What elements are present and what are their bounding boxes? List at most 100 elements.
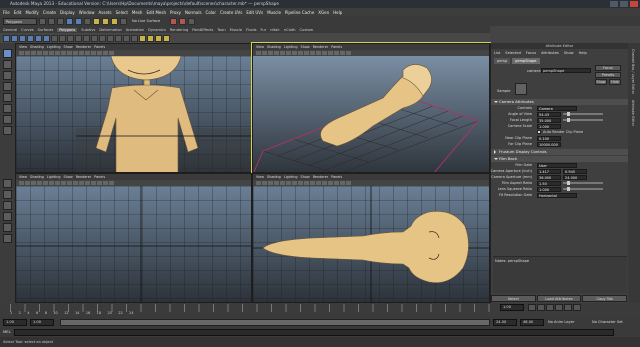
auto-clip-checkbox[interactable] (537, 130, 541, 134)
menu-proxy[interactable]: Proxy (170, 10, 181, 15)
menu-window[interactable]: Window (79, 10, 95, 15)
camera-name-field[interactable]: perspShape (541, 68, 591, 73)
shelf-tab-polygons[interactable]: Polygons (57, 27, 78, 32)
presets-button[interactable]: Presets (595, 72, 621, 78)
shelf-tab-muscle[interactable]: Muscle (230, 28, 242, 32)
snap-grid-icon[interactable] (93, 17, 100, 25)
last-tool-icon[interactable] (3, 126, 12, 135)
end-time-field[interactable]: 48.00 (520, 319, 544, 326)
menu-color[interactable]: Color (206, 10, 216, 15)
fit-resolution-dropdown[interactable]: Horizontal (537, 192, 577, 198)
menu-edit-uvs[interactable]: Edit UVs (246, 10, 263, 15)
maximize-button[interactable] (620, 1, 628, 7)
menu-normals[interactable]: Normals (185, 10, 202, 15)
vp-menu-renderer[interactable]: Renderer (76, 175, 91, 179)
aperture-inch-x-field[interactable]: 1.417 (537, 168, 561, 174)
separate-icon[interactable] (59, 34, 66, 42)
lasso-tool-icon[interactable] (3, 60, 12, 69)
vp-menu-lighting[interactable]: Lighting (284, 45, 298, 49)
persp-hypershade-layout-icon[interactable] (3, 223, 12, 232)
camera-scale-field[interactable]: 1.000 (537, 123, 561, 129)
vp-menu-renderer[interactable]: Renderer (76, 45, 91, 49)
render-settings-icon[interactable] (188, 17, 196, 25)
load-attributes-button[interactable]: Load Attributes (536, 295, 582, 302)
bridge-icon[interactable] (99, 34, 106, 42)
viewport-front[interactable]: View Shading Lighting Show Renderer Pane… (15, 43, 252, 173)
hide-button[interactable]: Hide (609, 79, 621, 85)
anim-layer-label[interactable]: No Anim Layer (548, 319, 574, 326)
attribute-editor-tab[interactable]: Attribute Editor (631, 100, 635, 126)
insert-edge-loop-icon[interactable] (123, 34, 130, 42)
angle-of-view-field[interactable]: 54.43 (537, 111, 561, 117)
ae-menu-selected[interactable]: Selected (505, 51, 521, 55)
time-slider[interactable]: 1 2 4 6 8 10 12 14 16 18 20 22 24 1.00 (0, 303, 640, 317)
boolean-union-icon[interactable] (75, 34, 82, 42)
extrude-icon[interactable] (91, 34, 98, 42)
menu-help[interactable]: Help (333, 10, 342, 15)
focal-length-slider[interactable] (563, 118, 603, 122)
vp-menu-view[interactable]: View (256, 175, 264, 179)
select-button[interactable]: Select (491, 295, 536, 302)
shelf-tab-subdivs[interactable]: Subdivs (81, 28, 95, 32)
play-forward-icon[interactable] (555, 304, 563, 311)
vp-menu-view[interactable]: View (19, 175, 27, 179)
menu-create[interactable]: Create (43, 10, 56, 15)
menu-pipeline-cache[interactable]: Pipeline Cache (285, 10, 314, 15)
step-forward-icon[interactable] (564, 304, 572, 311)
menu-xgen[interactable]: XGen (318, 10, 329, 15)
minimize-button[interactable] (610, 1, 618, 7)
poly-sphere-icon[interactable] (3, 34, 10, 42)
poly-cube-icon[interactable] (11, 34, 18, 42)
menu-mesh[interactable]: Mesh (132, 10, 143, 15)
vp-menu-shading[interactable]: Shading (30, 175, 44, 179)
snap-point-icon[interactable] (111, 17, 118, 25)
ae-menu-show[interactable]: Show (564, 51, 574, 55)
vp-menu-panels[interactable]: Panels (94, 45, 105, 49)
near-clip-field[interactable]: 0.100 (537, 135, 561, 141)
shelf-tab-nhair[interactable]: nHair (270, 28, 280, 32)
far-clip-field[interactable]: 10000.000 (537, 141, 561, 147)
extract-icon[interactable] (67, 34, 74, 42)
menu-muscle[interactable]: Muscle (267, 10, 281, 15)
ae-menu-help[interactable]: Help (579, 51, 587, 55)
smooth-icon[interactable] (83, 34, 90, 42)
ipr-render-icon[interactable] (179, 17, 187, 25)
vp-menu-panels[interactable]: Panels (331, 175, 342, 179)
render-icon[interactable] (170, 17, 178, 25)
lens-squeeze-slider[interactable] (563, 187, 603, 191)
show-button[interactable]: Show (595, 79, 607, 85)
focus-button[interactable]: Focus (595, 65, 621, 71)
select-component-icon[interactable] (84, 17, 91, 25)
playback-start-field[interactable]: 1.00 (30, 319, 54, 326)
shelf-tab-ncloth[interactable]: nCloth (284, 28, 296, 32)
persp-outliner-layout-icon[interactable] (3, 201, 12, 210)
append-polygon-icon[interactable] (107, 34, 114, 42)
cylindrical-mapping-icon[interactable] (155, 34, 162, 42)
vp-menu-show[interactable]: Show (301, 175, 310, 179)
range-bar[interactable] (60, 319, 490, 326)
menu-file[interactable]: File (3, 10, 10, 15)
shelf-tab-fluids[interactable]: Fluids (246, 28, 257, 32)
channel-box-tab[interactable]: Channel Box / Layer Editor (631, 49, 635, 94)
command-input[interactable] (14, 329, 614, 336)
rotate-tool-icon[interactable] (3, 93, 12, 102)
vp-menu-view[interactable]: View (19, 45, 27, 49)
poly-torus-icon[interactable] (43, 34, 50, 42)
vp-menu-lighting[interactable]: Lighting (47, 45, 61, 49)
split-polygon-icon[interactable] (115, 34, 122, 42)
focal-length-field[interactable]: 35.000 (537, 117, 561, 123)
four-view-layout-icon[interactable] (3, 190, 12, 199)
shelf-tab-rendering[interactable]: Rendering (170, 28, 188, 32)
film-gate-dropdown[interactable]: User (537, 162, 577, 168)
paint-select-tool-icon[interactable] (3, 71, 12, 80)
uv-editor-icon[interactable] (139, 34, 146, 42)
shelf-tab-deformation[interactable]: Deformation (99, 28, 121, 32)
tab-persp[interactable]: persp (494, 57, 511, 64)
vp-menu-renderer[interactable]: Renderer (313, 175, 328, 179)
lens-squeeze-field[interactable]: 1.000 (537, 186, 561, 192)
viewport-side[interactable]: View Shading Lighting Show Renderer Pane… (15, 173, 252, 303)
menu-modify[interactable]: Modify (25, 10, 38, 15)
select-hierarchy-icon[interactable] (66, 17, 73, 25)
ae-menu-list[interactable]: List (494, 51, 500, 55)
current-frame-field[interactable]: 1.00 (500, 304, 524, 311)
